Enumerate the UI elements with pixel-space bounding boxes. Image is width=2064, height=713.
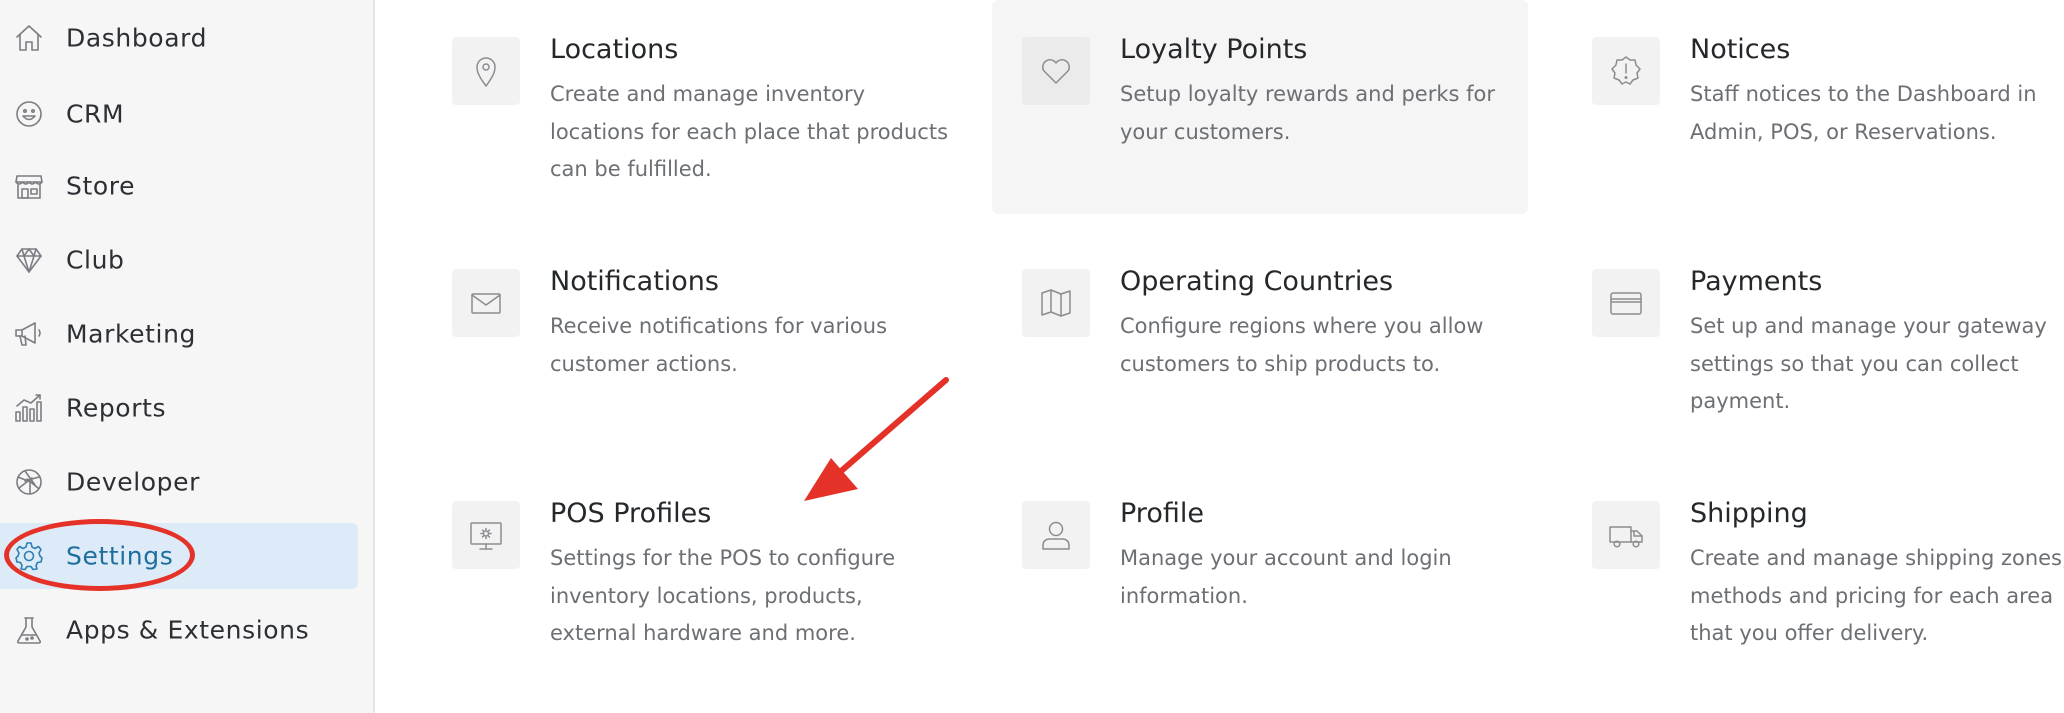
settings-card-operating-countries[interactable]: Operating Countries Configure regions wh… xyxy=(992,232,1528,446)
diamond-icon xyxy=(12,243,46,277)
card-description: Create and manage shipping zones, method… xyxy=(1690,546,2064,645)
sidebar-item-label: Dashboard xyxy=(66,23,208,53)
home-icon xyxy=(12,21,46,55)
card-description: Settings for the POS to configure invent… xyxy=(550,546,896,645)
settings-card-notices[interactable]: Notices Staff notices to the Dashboard i… xyxy=(1562,0,2064,214)
card-title: POS Profiles xyxy=(550,498,712,529)
settings-card-notifications[interactable]: Notifications Receive notifications for … xyxy=(422,232,958,446)
card-description: Staff notices to the Dashboard in Admin,… xyxy=(1690,82,2037,144)
card-title: Profile xyxy=(1120,498,1204,529)
card-title: Loyalty Points xyxy=(1120,34,1308,65)
settings-card-loyalty-points[interactable]: Loyalty Points Setup loyalty rewards and… xyxy=(992,0,1528,214)
bar-chart-icon xyxy=(12,391,46,425)
sidebar-item-marketing[interactable]: Marketing xyxy=(0,301,358,367)
smiley-icon xyxy=(12,97,46,131)
alert-badge-icon xyxy=(1592,37,1660,105)
sidebar-item-label: Reports xyxy=(66,393,167,423)
settings-card-pos-profiles[interactable]: POS Profiles Settings for the POS to con… xyxy=(422,464,958,678)
envelope-icon xyxy=(452,269,520,337)
user-icon xyxy=(1022,501,1090,569)
storefront-icon xyxy=(12,169,46,203)
sidebar: Dashboard CRM Store Club Marketing Repor… xyxy=(0,0,375,713)
card-title: Notices xyxy=(1690,34,1791,65)
sidebar-item-developer[interactable]: Developer xyxy=(0,449,358,515)
sidebar-item-store[interactable]: Store xyxy=(0,153,358,219)
sidebar-item-label: Developer xyxy=(66,467,200,497)
map-icon xyxy=(1022,269,1090,337)
sidebar-item-reports[interactable]: Reports xyxy=(0,375,358,441)
card-title: Operating Countries xyxy=(1120,266,1394,297)
megaphone-icon xyxy=(12,317,46,351)
card-description: Manage your account and login informatio… xyxy=(1120,546,1452,608)
card-description: Set up and manage your gateway settings … xyxy=(1690,314,2047,413)
sidebar-item-apps-extensions[interactable]: Apps & Extensions xyxy=(0,597,358,663)
settings-card-profile[interactable]: Profile Manage your account and login in… xyxy=(992,464,1528,678)
flask-icon xyxy=(12,613,46,647)
sidebar-item-label: Club xyxy=(66,245,125,275)
card-title: Locations xyxy=(550,34,679,65)
card-description: Configure regions where you allow custom… xyxy=(1120,314,1484,376)
sidebar-item-dashboard[interactable]: Dashboard xyxy=(0,5,358,71)
card-title: Shipping xyxy=(1690,498,1808,529)
sidebar-item-label: Marketing xyxy=(66,319,196,349)
settings-card-shipping[interactable]: Shipping Create and manage shipping zone… xyxy=(1562,464,2064,678)
sidebar-item-label: Settings xyxy=(66,541,174,571)
truck-icon xyxy=(1592,501,1660,569)
card-title: Notifications xyxy=(550,266,719,297)
sidebar-item-label: Apps & Extensions xyxy=(66,615,310,645)
monitor-gear-icon xyxy=(452,501,520,569)
card-description: Create and manage inventory locations fo… xyxy=(550,82,949,181)
sidebar-item-crm[interactable]: CRM xyxy=(0,81,358,147)
settings-card-locations[interactable]: Locations Create and manage inventory lo… xyxy=(422,0,958,214)
credit-card-icon xyxy=(1592,269,1660,337)
gear-icon xyxy=(12,539,46,573)
sidebar-item-label: Store xyxy=(66,171,136,201)
sidebar-item-label: CRM xyxy=(66,99,125,129)
card-description: Receive notifications for various custom… xyxy=(550,314,888,376)
aperture-icon xyxy=(12,465,46,499)
settings-card-payments[interactable]: Payments Set up and manage your gateway … xyxy=(1562,232,2064,446)
sidebar-item-club[interactable]: Club xyxy=(0,227,358,293)
card-title: Payments xyxy=(1690,266,1823,297)
card-description: Setup loyalty rewards and perks for your… xyxy=(1120,82,1496,144)
heart-icon xyxy=(1022,37,1090,105)
sidebar-item-settings[interactable]: Settings xyxy=(0,523,358,589)
map-pin-icon xyxy=(452,37,520,105)
